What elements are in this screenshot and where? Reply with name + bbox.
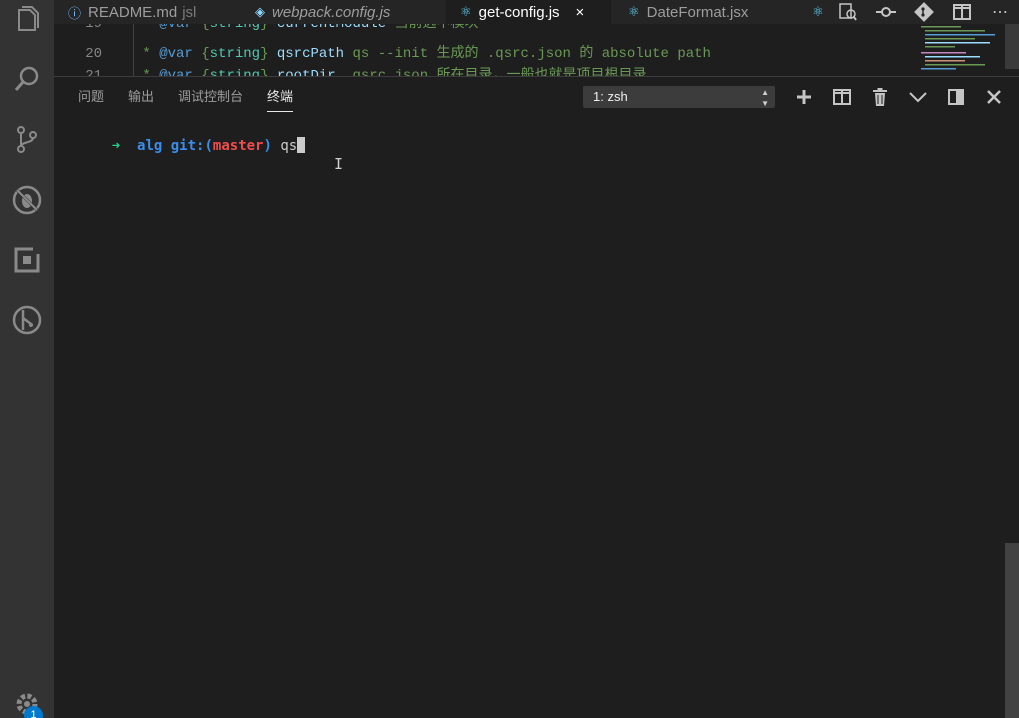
split-editor-icon[interactable]: [943, 0, 981, 24]
code-comment: {: [192, 24, 210, 32]
code-comment: }: [260, 68, 277, 76]
code-comment: *: [134, 46, 160, 62]
code-keyword: @var: [159, 46, 193, 62]
code-comment: *: [134, 68, 160, 76]
terminal-output[interactable]: ➜ alg git:(master) qs: [78, 121, 306, 170]
code-line: 19 * @var {string} currentModule 当前选中模块: [54, 24, 479, 35]
editor-actions: ⚛ ⋯: [807, 0, 1019, 24]
extensions-icon[interactable]: [7, 240, 47, 280]
compare-icon[interactable]: [867, 0, 905, 24]
source-control-icon[interactable]: [7, 119, 47, 159]
code-comment: 当前选中模块: [386, 24, 479, 32]
ibeam-cursor-icon: I: [334, 155, 344, 173]
code-variable: rootDir: [276, 68, 336, 76]
new-terminal-icon[interactable]: [785, 77, 823, 117]
prompt-git: git:(: [170, 138, 213, 154]
close-icon[interactable]: ×: [576, 4, 585, 21]
code-comment: {: [192, 68, 210, 76]
code-line: 20 * @var {string} qsrcPath qs --init 生成…: [54, 43, 711, 65]
select-arrows-icon: ▲ ▼: [761, 88, 769, 108]
tab-readme[interactable]: ⓘ README.md jsl: [68, 0, 253, 24]
react-icon: ⚛: [460, 4, 472, 19]
tab-label: get-config.js: [478, 3, 560, 21]
code-comment: }: [260, 24, 277, 32]
info-icon: ⓘ: [68, 5, 82, 21]
prompt-git-end: ): [263, 138, 272, 154]
react-icon: ⚛: [812, 4, 824, 19]
tab-get-config[interactable]: ⚛ get-config.js ×: [446, 0, 611, 24]
prompt-branch: master: [212, 138, 264, 154]
terminal-scrollbar[interactable]: [1005, 543, 1019, 718]
code-keyword: @var: [159, 68, 193, 76]
bottom-panel: 问题 输出 调试控制台 终端 1: zsh ▲ ▼ ➜ alg git:(mast…: [54, 76, 1019, 718]
tab-label: DateFormat.jsx: [646, 3, 749, 21]
webpack-icon: ◈: [255, 4, 265, 19]
split-terminal-icon[interactable]: [823, 77, 861, 117]
chevron-down-icon[interactable]: [899, 77, 937, 117]
code-type: string: [209, 68, 261, 76]
terminal-select-value: 1: zsh: [593, 89, 628, 104]
close-panel-icon[interactable]: [975, 77, 1013, 117]
tab-debug-console[interactable]: 调试控制台: [178, 77, 243, 117]
editor-tab-bar: ⓘ README.md jsl ◈ webpack.config.js ⚛ ge…: [54, 0, 1019, 24]
tab-label: README.md: [88, 3, 178, 21]
code-editor[interactable]: 19 * @var {string} currentModule 当前选中模块 …: [54, 24, 1019, 76]
search-icon[interactable]: [7, 59, 47, 99]
code-comment: *: [134, 24, 160, 32]
minimap[interactable]: [921, 24, 1011, 76]
code-comment: }: [260, 46, 277, 62]
editor-scrollbar[interactable]: [1005, 24, 1019, 69]
trash-icon[interactable]: [861, 77, 899, 117]
tab-dateformat[interactable]: ⚛ DateFormat.jsx: [614, 0, 789, 24]
notification-badge: 1: [24, 706, 43, 718]
terminal-cursor: [297, 137, 306, 153]
git-icon[interactable]: [905, 0, 943, 24]
line-number: 21: [85, 68, 102, 76]
code-comment: .qsrc.json 所在目录，一般也就是项目根目录: [335, 68, 647, 76]
tab-terminal[interactable]: 终端: [267, 77, 294, 117]
panel-tab-list: 问题 输出 调试控制台 终端: [54, 77, 294, 117]
tab-problems[interactable]: 问题: [78, 77, 104, 117]
more-icon[interactable]: ⋯: [981, 0, 1019, 24]
prompt-directory: alg: [137, 138, 163, 154]
panel-actions: [785, 77, 1013, 117]
tab-output[interactable]: 输出: [128, 77, 154, 117]
terminal-command: qs: [280, 138, 298, 154]
code-comment: {: [192, 46, 210, 62]
tab-webpack-config[interactable]: ◈ webpack.config.js: [255, 0, 440, 24]
code-variable: currentModule: [276, 24, 387, 32]
explorer-icon[interactable]: [7, 0, 47, 40]
open-changes-icon[interactable]: [829, 0, 867, 24]
line-number: 19: [85, 24, 102, 32]
gitlens-icon[interactable]: [7, 300, 47, 340]
code-keyword: @var: [159, 24, 193, 32]
code-type: string: [209, 46, 261, 62]
code-type: string: [209, 24, 261, 32]
debug-icon[interactable]: [7, 180, 47, 220]
code-variable: qsrcPath: [276, 46, 345, 62]
terminal-select[interactable]: 1: zsh ▲ ▼: [583, 86, 775, 108]
activity-bar: 1: [0, 0, 54, 718]
react-icon: ⚛: [628, 4, 640, 19]
code-line: 21 * @var {string} rootDir .qsrc.json 所在…: [54, 65, 647, 76]
line-number: 20: [85, 46, 102, 62]
tab-description: jsl: [182, 3, 197, 21]
toggle-panel-position-icon[interactable]: [937, 77, 975, 117]
tab-label: webpack.config.js: [272, 3, 391, 21]
code-comment: qs --init 生成的 .qsrc.json 的 absolute path: [344, 46, 711, 62]
prompt-arrow: ➜: [111, 138, 121, 154]
